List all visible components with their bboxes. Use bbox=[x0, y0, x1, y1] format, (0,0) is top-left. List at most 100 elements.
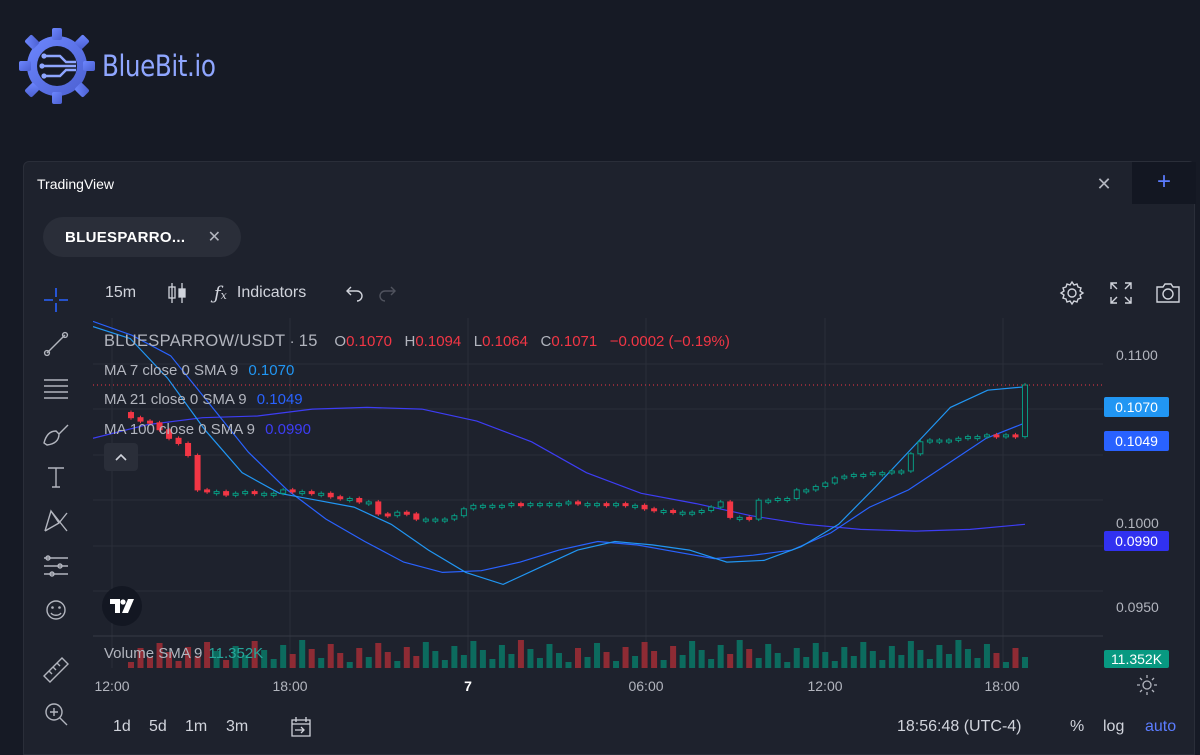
volume-bar bbox=[422, 642, 429, 668]
log-toggle[interactable]: log bbox=[1103, 712, 1124, 742]
ma100-value: 0.0990 bbox=[265, 420, 311, 438]
volume-bar bbox=[536, 658, 543, 668]
high-key: H bbox=[404, 333, 416, 350]
volume-bar bbox=[460, 655, 467, 668]
volume-value: 11.352K bbox=[208, 645, 264, 662]
candle bbox=[964, 436, 971, 440]
volume-bar bbox=[841, 647, 848, 668]
brush-tool[interactable] bbox=[32, 415, 80, 451]
percent-toggle[interactable]: % bbox=[1070, 712, 1084, 742]
volume-bar bbox=[384, 652, 391, 668]
crosshair-icon bbox=[44, 288, 68, 312]
volume-bar bbox=[299, 640, 306, 668]
crosshair-tool[interactable] bbox=[32, 282, 80, 318]
axis-settings-button[interactable] bbox=[1136, 674, 1158, 701]
volume-bar bbox=[736, 640, 743, 668]
volume-legend[interactable]: Volume SMA 9 11.352K bbox=[104, 645, 263, 662]
volume-bar bbox=[793, 648, 800, 668]
candle bbox=[831, 477, 838, 484]
open-key: O bbox=[334, 333, 347, 350]
ma7-price-label: 0.1070 bbox=[1104, 397, 1169, 417]
volume-bar bbox=[670, 646, 677, 668]
symbol-tab-close-button[interactable]: ✕ bbox=[208, 227, 221, 247]
volume-bar bbox=[784, 662, 791, 668]
candle bbox=[308, 491, 315, 495]
range-3m-button[interactable]: 3m bbox=[226, 712, 248, 742]
volume-bar bbox=[508, 654, 515, 668]
volume-bar bbox=[869, 651, 876, 668]
volume-bar bbox=[356, 648, 363, 668]
brand-name: BlueBit.io bbox=[102, 49, 216, 83]
volume-price-label: 11.352K bbox=[1104, 650, 1169, 668]
candle bbox=[803, 489, 810, 493]
panel-close-button[interactable]: ✕ bbox=[1090, 170, 1118, 198]
ma100-row[interactable]: MA 100 close 0 SMA 9 0.0990 bbox=[104, 419, 730, 449]
ohlc-row: BLUESPARROW/USDT · 15 O0.1070 H0.1094 L0… bbox=[104, 330, 730, 360]
sun-gear-icon bbox=[1137, 675, 1157, 695]
volume-bar bbox=[974, 658, 981, 668]
goto-date-button[interactable] bbox=[289, 716, 313, 749]
candle bbox=[898, 470, 905, 474]
range-5d-button[interactable]: 5d bbox=[149, 712, 167, 742]
volume-bar bbox=[955, 640, 962, 668]
panel-add-button[interactable]: + bbox=[1132, 162, 1196, 204]
ma21-price-label: 0.1049 bbox=[1104, 431, 1169, 451]
candle bbox=[337, 496, 344, 500]
snapshot-button[interactable] bbox=[1154, 278, 1182, 308]
brand[interactable]: BlueBit.io bbox=[14, 26, 236, 106]
range-1m-button[interactable]: 1m bbox=[185, 712, 207, 742]
ma7-row[interactable]: MA 7 close 0 SMA 9 0.1070 bbox=[104, 360, 730, 390]
fib-tool[interactable] bbox=[32, 370, 80, 406]
candle bbox=[689, 511, 696, 515]
range-1d-button[interactable]: 1d bbox=[113, 712, 131, 742]
gear-icon bbox=[1059, 280, 1085, 306]
candle bbox=[632, 504, 639, 508]
candle bbox=[251, 491, 258, 495]
volume-bar bbox=[622, 647, 629, 668]
undo-button[interactable] bbox=[343, 278, 365, 308]
trend-line-tool[interactable] bbox=[32, 326, 80, 362]
price-axis[interactable]: 0.1100 0.1000 0.0950 0.1070 0.1049 0.099… bbox=[1104, 318, 1174, 668]
volume-bar bbox=[470, 641, 477, 668]
candle bbox=[1002, 434, 1009, 438]
candle bbox=[1022, 384, 1028, 438]
candle bbox=[242, 491, 249, 495]
candle bbox=[508, 503, 515, 507]
candle bbox=[869, 472, 876, 476]
candle bbox=[651, 508, 658, 512]
legend-symbol[interactable]: BLUESPARROW/USDT bbox=[104, 332, 285, 350]
pattern-tool[interactable] bbox=[32, 503, 80, 539]
indicators-button[interactable]: ƒx Indicators bbox=[214, 278, 306, 308]
pattern-icon bbox=[44, 509, 68, 532]
fullscreen-button[interactable] bbox=[1108, 278, 1134, 308]
candle bbox=[926, 439, 933, 443]
settings-button[interactable] bbox=[1058, 278, 1086, 308]
chevron-up-icon bbox=[115, 453, 127, 461]
ma21-row[interactable]: MA 21 close 0 SMA 9 0.1049 bbox=[104, 389, 730, 419]
candle bbox=[536, 503, 543, 507]
candle bbox=[974, 436, 981, 440]
fullscreen-icon bbox=[1110, 282, 1132, 304]
emoji-tool[interactable] bbox=[32, 592, 80, 628]
chart-legend: BLUESPARROW/USDT · 15 O0.1070 H0.1094 L0… bbox=[104, 330, 730, 448]
redo-button[interactable] bbox=[377, 278, 399, 308]
candle bbox=[622, 503, 629, 507]
price-tick: 0.0950 bbox=[1116, 599, 1159, 615]
chart-type-button[interactable] bbox=[166, 278, 188, 308]
candle bbox=[299, 491, 306, 495]
prediction-tool[interactable] bbox=[32, 548, 80, 584]
auto-toggle[interactable]: auto bbox=[1145, 712, 1176, 742]
interval-selector[interactable]: 15m bbox=[105, 278, 136, 308]
candle bbox=[670, 510, 677, 514]
legend-collapse-button[interactable] bbox=[104, 443, 138, 471]
volume-bar bbox=[1002, 662, 1009, 668]
candle bbox=[384, 513, 391, 517]
volume-bar bbox=[812, 643, 819, 668]
clock[interactable]: 18:56:48 (UTC-4) bbox=[897, 712, 1022, 742]
measure-tool[interactable] bbox=[32, 652, 80, 688]
tradingview-logo[interactable] bbox=[102, 586, 142, 626]
text-tool[interactable] bbox=[32, 459, 80, 495]
candle bbox=[679, 511, 686, 515]
symbol-tab[interactable]: BLUESPARRO... ✕ bbox=[43, 217, 241, 257]
volume-bar bbox=[917, 650, 924, 668]
